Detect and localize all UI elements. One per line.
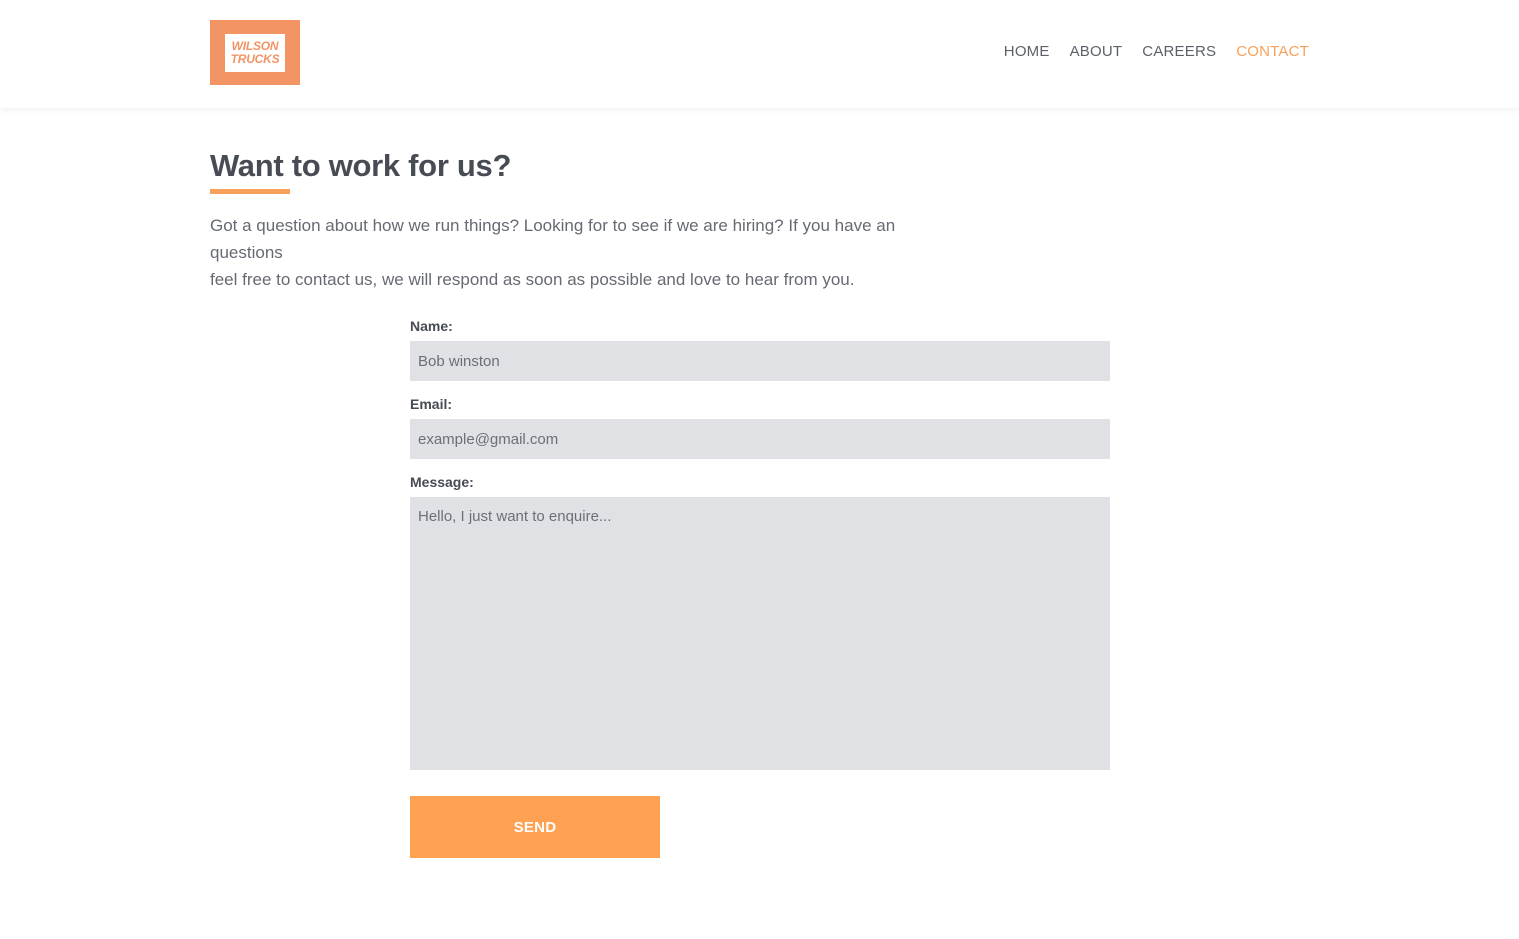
name-label: Name: <box>410 318 453 334</box>
main-nav: HOME ABOUT CAREERS CONTACT <box>1004 43 1309 60</box>
message-label: Message: <box>410 474 474 490</box>
email-input[interactable] <box>410 419 1110 459</box>
page-title: Want to work for us? <box>210 148 512 183</box>
nav-item-home[interactable]: HOME <box>1004 43 1050 60</box>
wilson-trucks-logo[interactable]: WILSON TRUCKS <box>210 20 300 85</box>
contact-form: Name: Email: Message: <box>410 316 1110 770</box>
site-header: WILSON TRUCKS HOME ABOUT CAREERS CONTACT <box>0 0 1519 108</box>
name-input[interactable] <box>410 341 1110 381</box>
intro-line-1: Got a question about how we run things? … <box>210 216 896 262</box>
nav-item-about[interactable]: ABOUT <box>1070 43 1123 60</box>
logo-text-line2: TRUCKS <box>230 51 280 66</box>
logo-text-line1: WILSON <box>231 38 279 53</box>
logo-badge: WILSON TRUCKS <box>225 33 285 72</box>
nav-item-contact[interactable]: CONTACT <box>1236 43 1309 60</box>
message-textarea[interactable] <box>410 497 1110 770</box>
title-underline <box>210 189 290 194</box>
email-label: Email: <box>410 396 453 412</box>
intro-line-2: feel free to contact us, we will respond… <box>210 270 855 289</box>
send-button[interactable]: SEND <box>410 796 660 858</box>
intro-text: Got a question about how we run things? … <box>210 212 970 293</box>
nav-item-careers[interactable]: CAREERS <box>1142 43 1216 60</box>
